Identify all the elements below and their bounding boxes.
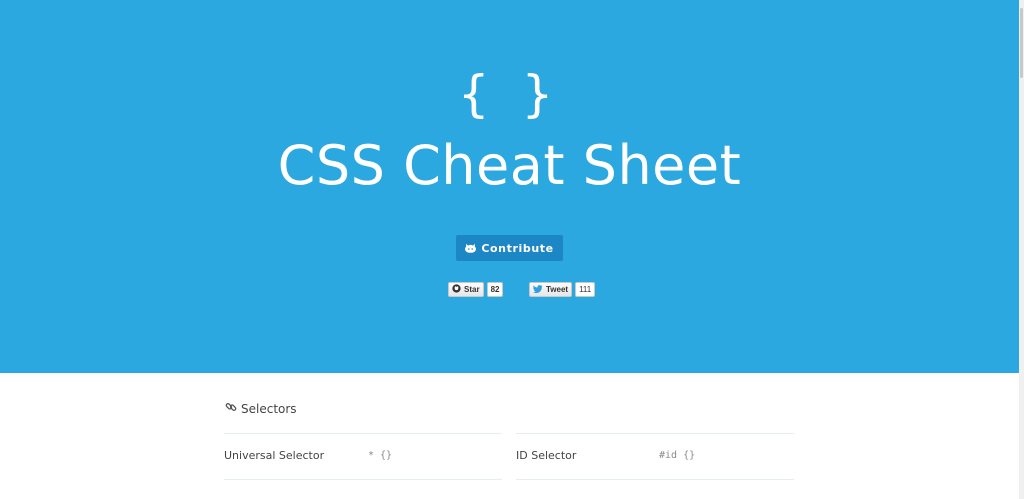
tweet-count[interactable]: 111 (575, 282, 596, 297)
star-count[interactable]: 82 (486, 282, 504, 297)
id-selector-code: #id {} (659, 450, 696, 461)
tweet-label: Tweet (546, 285, 569, 294)
curly-braces-logo: { } (457, 65, 562, 123)
github-star-button[interactable]: Star (448, 282, 484, 297)
divider (516, 433, 794, 434)
github-icon (452, 284, 461, 295)
twitter-bird-icon (533, 284, 543, 295)
universal-selector-code: * {} (368, 450, 393, 461)
tweet-widget: Tweet 111 (529, 282, 596, 297)
tweet-button[interactable]: Tweet (529, 282, 573, 297)
page-title: CSS Cheat Sheet (277, 134, 742, 197)
github-octocat-icon (465, 243, 477, 253)
divider (516, 479, 794, 480)
section-title: Selectors (241, 401, 297, 416)
contribute-button[interactable]: Contribute (456, 235, 563, 261)
universal-selector-label: Universal Selector (224, 449, 325, 462)
hero-banner: { } CSS Cheat Sheet Contribute Star 82 T… (0, 0, 1019, 373)
contribute-label: Contribute (481, 241, 554, 255)
link-icon (225, 401, 237, 416)
star-label: Star (464, 285, 480, 294)
scrollbar-thumb[interactable] (1020, 8, 1023, 78)
divider (224, 479, 502, 480)
github-star-widget: Star 82 (448, 282, 504, 297)
selectors-section-header[interactable]: Selectors (225, 401, 297, 416)
divider (224, 433, 502, 434)
id-selector-label: ID Selector (516, 449, 577, 462)
